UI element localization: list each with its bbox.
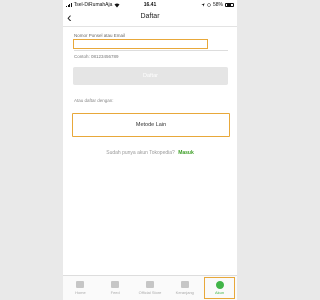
tab-label: Feed: [110, 289, 120, 295]
phone-email-input[interactable]: [73, 39, 208, 49]
alarm-icon: [207, 2, 211, 7]
phone-screen: Tsel-DiRumahAja 16.41 58% ‹ Daftar Nomor…: [63, 0, 237, 300]
battery-icon: [225, 2, 234, 7]
tab-home[interactable]: Home: [63, 276, 98, 300]
status-right: 58%: [201, 2, 234, 8]
bottom-tab-bar: Home Feed Official Store Keranjang Akun: [63, 275, 237, 300]
page-title: Daftar: [140, 13, 160, 20]
other-method-button[interactable]: Metode Lain: [72, 113, 230, 137]
tab-label: Akun: [215, 290, 225, 296]
page-header: ‹ Daftar: [63, 9, 237, 27]
tab-label: Official Store: [138, 289, 162, 295]
login-prompt: Sudah punya akun Tokopedia? Masuk: [63, 150, 237, 156]
feed-icon: [111, 281, 120, 289]
location-icon: [201, 2, 205, 7]
tab-label: Home: [75, 289, 86, 295]
cart-icon: [180, 281, 189, 289]
battery-percent: 58%: [212, 1, 223, 8]
tab-official-store[interactable]: Official Store: [133, 276, 168, 300]
tab-akun[interactable]: Akun: [202, 276, 237, 300]
login-link[interactable]: Masuk: [178, 150, 194, 156]
login-prompt-text: Sudah punya akun Tokopedia?: [106, 150, 175, 156]
input-underline: [74, 50, 228, 51]
phone-email-label: Nomor Ponsel atau Email: [74, 33, 126, 38]
official-store-icon: [145, 281, 154, 289]
alternative-label: Atau daftar dengan:: [74, 98, 114, 103]
tab-label: Keranjang: [175, 289, 194, 295]
tab-feed[interactable]: Feed: [98, 276, 133, 300]
register-button[interactable]: Daftar: [73, 67, 228, 85]
tab-keranjang[interactable]: Keranjang: [167, 276, 202, 300]
status-bar: Tsel-DiRumahAja 16.41 58%: [63, 0, 237, 9]
account-icon: [215, 280, 224, 289]
input-hint: Contoh: 08123456789: [74, 54, 119, 59]
home-icon: [76, 281, 85, 289]
